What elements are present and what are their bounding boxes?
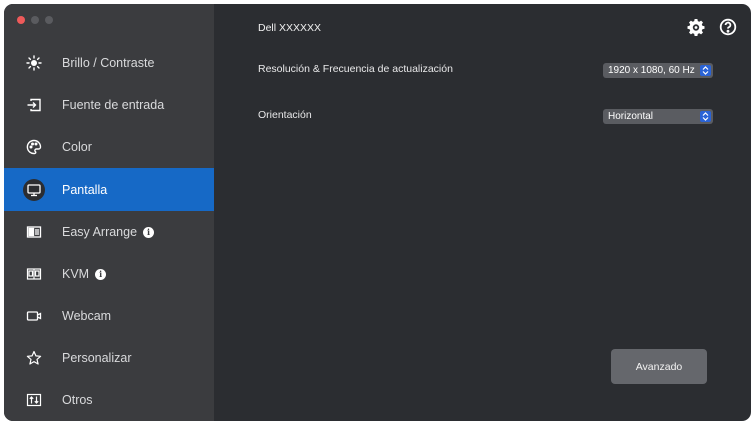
gear-icon[interactable] bbox=[687, 18, 705, 36]
webcam-icon bbox=[23, 305, 45, 327]
star-icon bbox=[23, 347, 45, 369]
info-icon[interactable]: i bbox=[95, 268, 107, 280]
app-window: Brillo / Contraste Fuente de entrada Col… bbox=[4, 4, 751, 421]
orientation-select[interactable]: Horizontal bbox=[603, 109, 713, 124]
resolution-select[interactable]: 1920 x 1080, 60 Hz bbox=[603, 63, 713, 78]
palette-icon bbox=[23, 136, 45, 158]
minimize-window-button[interactable] bbox=[31, 16, 39, 24]
info-icon[interactable]: i bbox=[143, 226, 155, 238]
help-icon[interactable] bbox=[719, 18, 737, 36]
sun-icon bbox=[23, 52, 45, 74]
zoom-window-button[interactable] bbox=[45, 16, 53, 24]
chevron-up-down-icon bbox=[700, 65, 711, 76]
sidebar-item-kvm[interactable]: KVM i bbox=[4, 253, 214, 295]
orientation-label: Orientación bbox=[258, 109, 312, 121]
sidebar-item-brightness-contrast[interactable]: Brillo / Contraste bbox=[4, 42, 214, 84]
sidebar-item-label: Fuente de entrada bbox=[62, 98, 165, 112]
kvm-icon bbox=[23, 263, 45, 285]
sort-icon bbox=[23, 389, 45, 411]
orientation-value: Horizontal bbox=[608, 111, 654, 122]
main-content: Dell XXXXXX Resolución & Frecuencia de a… bbox=[214, 4, 751, 421]
header-actions bbox=[687, 18, 737, 36]
resolution-value: 1920 x 1080, 60 Hz bbox=[608, 65, 695, 76]
sidebar-item-label: Otros bbox=[62, 393, 93, 407]
close-window-button[interactable] bbox=[17, 16, 25, 24]
monitor-icon bbox=[23, 178, 45, 201]
window-controls bbox=[17, 16, 53, 24]
sidebar-item-label: Pantalla bbox=[62, 182, 108, 197]
sidebar-item-label: Color bbox=[62, 140, 92, 154]
sidebar-item-personalize[interactable]: Personalizar bbox=[4, 337, 214, 379]
sidebar-item-label: Personalizar bbox=[62, 351, 132, 365]
layout-icon bbox=[23, 221, 45, 243]
sidebar-item-label: Brillo / Contraste bbox=[62, 56, 155, 70]
sidebar-item-easy-arrange[interactable]: Easy Arrange i bbox=[4, 211, 214, 253]
monitor-name: Dell XXXXXX bbox=[258, 22, 322, 34]
chevron-up-down-icon bbox=[700, 111, 711, 122]
sidebar-item-webcam[interactable]: Webcam bbox=[4, 295, 214, 337]
sidebar-nav: Brillo / Contraste Fuente de entrada Col… bbox=[4, 42, 214, 421]
sidebar-item-label: Webcam bbox=[62, 309, 112, 323]
input-source-icon bbox=[23, 94, 45, 116]
sidebar-item-display[interactable]: Pantalla bbox=[4, 168, 214, 211]
sidebar-item-input-source[interactable]: Fuente de entrada bbox=[4, 84, 214, 126]
resolution-label: Resolución & Frecuencia de actualización bbox=[258, 63, 453, 75]
sidebar: Brillo / Contraste Fuente de entrada Col… bbox=[4, 4, 214, 421]
sidebar-item-others[interactable]: Otros bbox=[4, 379, 214, 421]
advanced-button[interactable]: Avanzado bbox=[611, 349, 707, 384]
sidebar-item-color[interactable]: Color bbox=[4, 126, 214, 168]
sidebar-item-label: KVM bbox=[62, 267, 90, 281]
sidebar-item-label: Easy Arrange bbox=[62, 225, 138, 239]
